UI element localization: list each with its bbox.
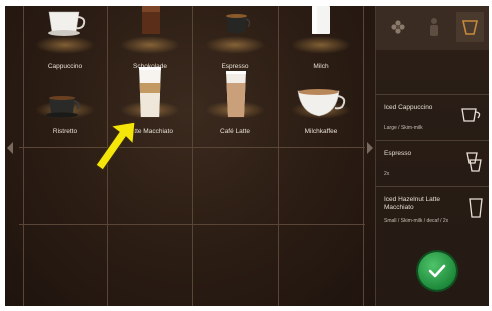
grid-line [363,6,364,306]
previous-page-arrow-icon[interactable] [7,142,13,154]
cup-icon [461,108,481,122]
drink-label: Espresso [221,63,249,70]
order-title: Iced Cappuccino [384,104,433,111]
cappuccino-cup-icon [48,11,86,36]
order-details: Large / Skim-milk [384,125,423,131]
drink-cappuccino[interactable]: Cappuccino [23,6,107,74]
milchkaffee-cup-icon [297,89,346,117]
cup-icon[interactable] [456,12,484,42]
chocolate-glass-icon [142,6,160,34]
yellow-arrow-icon [95,121,136,171]
drink-label: Café Latte [220,128,250,135]
drink-grid: Cappuccino Schokolade Espresso Milch Ris… [5,6,375,306]
drink-espresso[interactable]: Espresso [193,6,277,74]
order-sidebar: Iced Cappuccino Large / Skim-milk Espres… [375,6,489,306]
ristretto-cup-icon [46,96,80,118]
order-item-iced-hazelnut-latte-macchiato[interactable]: Iced Hazelnut Latte Macchiato Small / Sk… [376,186,489,231]
person-icon[interactable] [420,12,448,42]
cup-glow [205,36,265,54]
milk-glass-icon [312,6,330,34]
order-title: Iced Hazelnut Latte Macchiato [384,196,441,211]
drink-cafe-latte[interactable]: Café Latte [193,71,277,139]
next-page-arrow-icon[interactable] [367,142,373,154]
drink-milch[interactable]: Milch [279,6,363,74]
order-item-espresso[interactable]: Espresso 2x [376,140,489,185]
order-details: Small / Skim-milk / decaf / 2x [384,218,449,224]
grid-line [19,224,365,225]
tall-glass-icon [469,198,483,218]
order-title: Espresso [384,150,412,157]
drink-label: Milch [313,63,329,70]
confirm-button[interactable] [418,252,456,290]
flower-icon[interactable] [384,12,412,42]
cup-glow [120,36,180,54]
order-details: 2x [384,171,390,177]
sidebar-top-icons [376,6,489,50]
cafe-latte-glass-icon [226,71,246,117]
cup-glow [35,36,95,54]
grid-line [19,147,365,148]
order-item-iced-cappuccino[interactable]: Iced Cappuccino Large / Skim-milk [376,94,489,139]
latte-macchiato-glass-icon [139,67,161,117]
drink-milchkaffee[interactable]: Milchkaffee [279,71,363,139]
espresso-cup-icon [226,14,251,34]
app-frame: Cappuccino Schokolade Espresso Milch Ris… [5,6,489,306]
checkmark-icon [428,264,446,278]
drink-label: Milchkaffee [304,128,338,135]
double-cup-icon [466,152,482,172]
drink-label: Cappuccino [47,63,83,70]
drink-schokolade[interactable]: Schokolade [108,6,192,74]
cup-glow [291,36,351,54]
